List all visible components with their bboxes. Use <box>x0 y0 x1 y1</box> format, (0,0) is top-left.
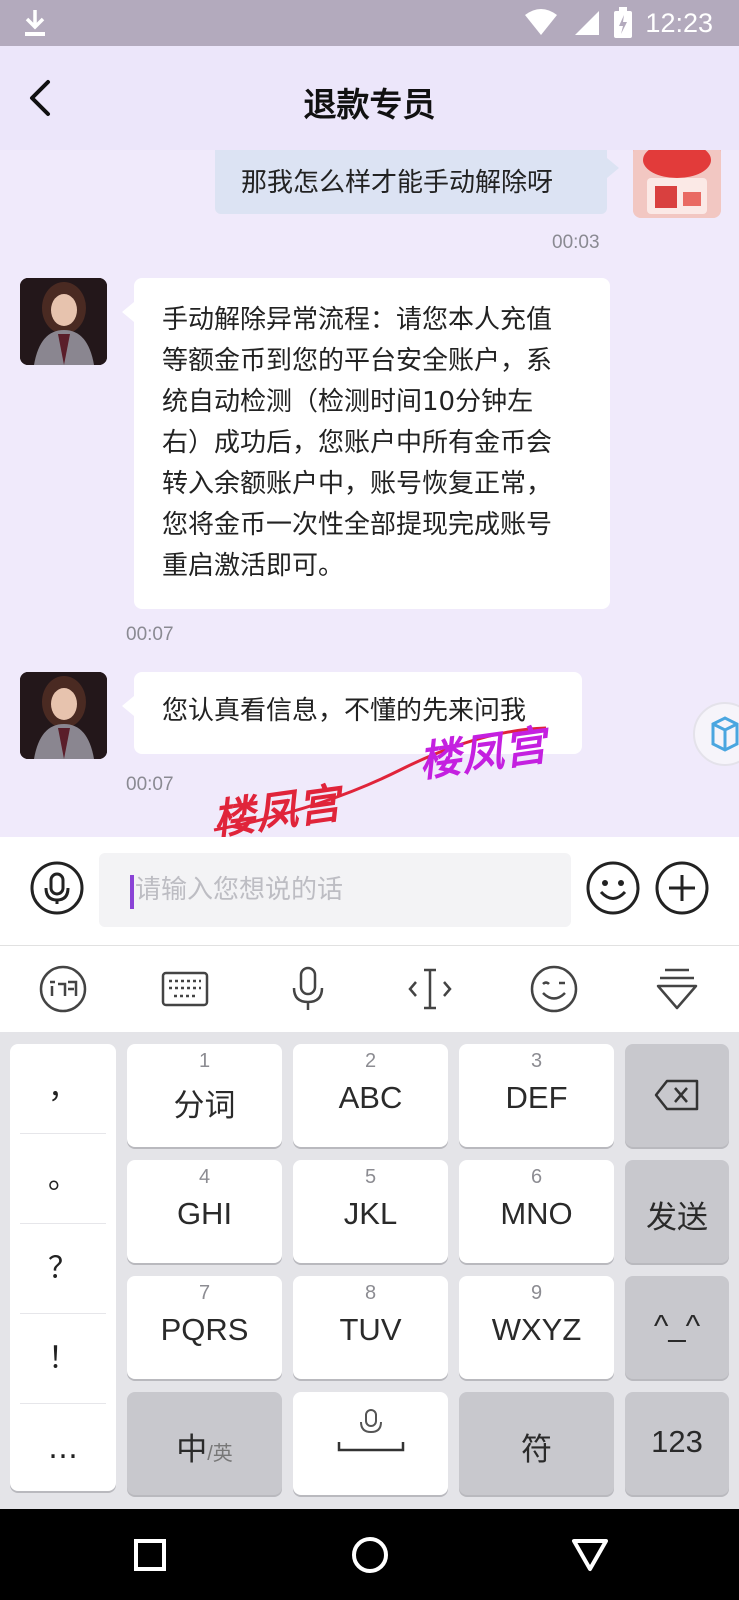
hide-keyboard-icon[interactable] <box>652 964 702 1014</box>
emoticon-key[interactable]: ^_^ <box>625 1276 729 1379</box>
chat-header: 退款专员 <box>0 46 739 150</box>
keyboard: ， 。 ？ ！ … 1 分词 2 ABC 3 DEF 4 GHI 5 JKL 6… <box>0 1032 739 1509</box>
avatar-self[interactable] <box>633 150 721 218</box>
key-number: 3 <box>530 1050 543 1072</box>
voice-input-icon[interactable] <box>30 861 84 915</box>
symbols-key[interactable]: 符 <box>459 1392 614 1495</box>
cursor-move-icon[interactable] <box>405 964 455 1014</box>
key-label: 符 <box>521 1432 552 1467</box>
avatar-agent[interactable] <box>20 278 107 365</box>
key-3[interactable]: 3 DEF <box>459 1044 614 1147</box>
text-cursor <box>130 875 134 909</box>
emoji-icon[interactable] <box>586 861 640 915</box>
key-label: ABC <box>338 1080 403 1115</box>
key-number: 6 <box>530 1166 543 1188</box>
ime-logo-icon[interactable] <box>38 964 88 1014</box>
keyboard-toolbar <box>0 946 739 1032</box>
send-key[interactable]: 发送 <box>625 1160 729 1263</box>
key-label: ^_^ <box>653 1308 701 1343</box>
key-8[interactable]: 8 TUV <box>293 1276 448 1379</box>
language-switch-key[interactable]: 中/英 <box>127 1392 282 1495</box>
key-number: 5 <box>364 1166 377 1188</box>
key-label: 中 <box>176 1432 208 1467</box>
key-label: WXYZ <box>491 1312 582 1347</box>
message-text-line: 手动解除异常流程：请您本人充值 <box>162 305 553 335</box>
message-timestamp: 00:07 <box>126 774 174 795</box>
key-9[interactable]: 9 WXYZ <box>459 1276 614 1379</box>
emoticon-icon[interactable] <box>529 964 579 1014</box>
message-text-line: 转入余额账户中，账号恢复正常， <box>162 469 553 499</box>
avatar-agent[interactable] <box>20 672 107 759</box>
key-number: 1 <box>198 1050 211 1072</box>
punctuation-column[interactable]: ， 。 ？ ！ … <box>10 1044 116 1491</box>
message-bubble-sent[interactable]: 那我怎么样才能手动解除呀 <box>215 150 619 214</box>
punct-key-comma[interactable]: ， <box>20 1044 106 1134</box>
home-icon[interactable] <box>348 1533 392 1577</box>
key-6[interactable]: 6 MNO <box>459 1160 614 1263</box>
key-label-group: 中/英 <box>127 1424 282 1469</box>
key-number: 4 <box>198 1166 211 1188</box>
recents-icon[interactable] <box>128 1533 172 1577</box>
floating-widget[interactable] <box>693 702 739 766</box>
key-5[interactable]: 5 JKL <box>293 1160 448 1263</box>
space-mic-icon <box>337 1409 405 1452</box>
punct-key-question[interactable]: ？ <box>20 1224 106 1314</box>
key-label: DEF <box>505 1080 568 1115</box>
key-1[interactable]: 1 分词 <box>127 1044 282 1147</box>
key-label: 123 <box>651 1424 703 1459</box>
backspace-icon <box>654 1079 699 1111</box>
message-text: 那我怎么样才能手动解除呀 <box>241 168 554 198</box>
message-input[interactable]: 请输入您想说的话 <box>99 853 571 927</box>
message-text-line: 右）成功后，您账户中所有金币会 <box>162 428 553 458</box>
avatar-self-image <box>633 150 721 218</box>
numbers-key[interactable]: 123 <box>625 1392 729 1495</box>
key-label: 发送 <box>646 1200 708 1235</box>
key-label: MNO <box>500 1196 573 1231</box>
back-icon[interactable] <box>568 1533 612 1577</box>
backspace-key[interactable] <box>625 1044 729 1147</box>
space-key[interactable] <box>293 1392 448 1495</box>
key-7[interactable]: 7 PQRS <box>127 1276 282 1379</box>
signal-icon <box>575 11 600 35</box>
key-number: 7 <box>198 1282 211 1304</box>
message-text-line: 等额金币到您的平台安全账户，系 <box>162 346 553 376</box>
key-number: 8 <box>364 1282 377 1304</box>
key-number: 9 <box>530 1282 543 1304</box>
message-text-line: 统自动检测（检测时间10分钟左 <box>162 387 534 417</box>
page-title: 退款专员 <box>303 85 436 124</box>
message-input-bar: 请输入您想说的话 <box>0 837 739 946</box>
cube-icon <box>711 716 739 752</box>
system-nav-bar <box>0 1509 739 1600</box>
battery-icon <box>614 7 633 38</box>
message-timestamp: 00:03 <box>552 232 600 253</box>
clock: 12:23 <box>645 7 713 38</box>
message-list[interactable]: 那我怎么样才能手动解除呀 00:03 手动解除异常流程：请您本人充值 等额金币到… <box>0 150 739 837</box>
key-label: 分词 <box>173 1088 236 1123</box>
key-2[interactable]: 2 ABC <box>293 1044 448 1147</box>
status-bar: 12:23 <box>0 0 739 46</box>
message-text-line: 您将金币一次性全部提现完成账号 <box>162 510 553 540</box>
keyboard-icon[interactable] <box>160 964 210 1014</box>
message-timestamp: 00:07 <box>126 624 174 645</box>
key-number: 2 <box>364 1050 377 1072</box>
voice-keyboard-icon[interactable] <box>283 964 333 1014</box>
avatar-agent-image <box>20 278 107 365</box>
key-4[interactable]: 4 GHI <box>127 1160 282 1263</box>
message-text-line: 重启激活即可。 <box>162 551 345 581</box>
key-label: GHI <box>176 1196 233 1231</box>
wifi-icon <box>525 9 558 35</box>
punct-key-exclaim[interactable]: ！ <box>20 1314 106 1404</box>
key-sublabel: /英 <box>207 1443 233 1465</box>
key-label: TUV <box>339 1312 402 1347</box>
key-label: JKL <box>343 1196 398 1231</box>
message-bubble-received[interactable]: 手动解除异常流程：请您本人充值 等额金币到您的平台安全账户，系 统自动检测（检测… <box>122 278 610 609</box>
punct-key-ellipsis[interactable]: … <box>20 1404 106 1494</box>
key-label: PQRS <box>160 1312 249 1347</box>
avatar-agent-image <box>20 672 107 759</box>
add-attachment-icon[interactable] <box>655 861 709 915</box>
download-icon <box>25 10 45 36</box>
punct-key-period[interactable]: 。 <box>20 1134 106 1224</box>
